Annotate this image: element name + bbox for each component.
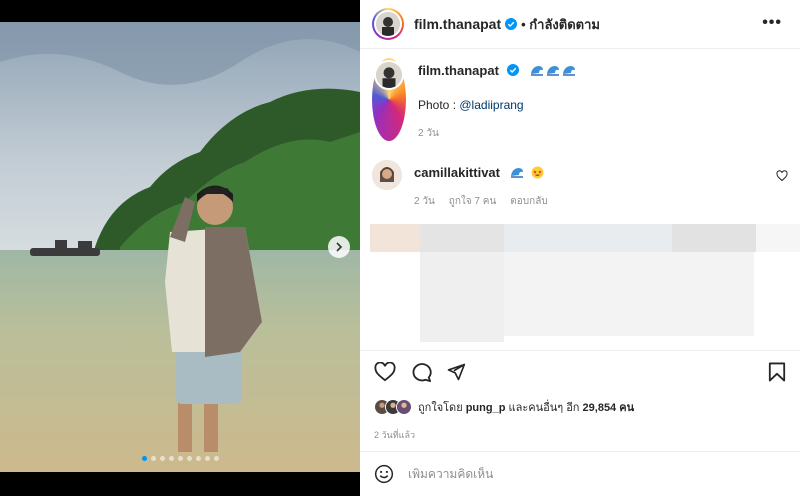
carousel-next-button[interactable] (328, 236, 350, 258)
author-username[interactable]: film.thanapat (414, 16, 501, 32)
post-header: film.thanapat • กำลังติดตาม ••• (360, 0, 800, 48)
star-struck-emoji-icon (531, 166, 544, 179)
carousel-dot (213, 456, 219, 461)
author-avatar[interactable] (372, 8, 404, 40)
comment-reply-button[interactable]: ตอบกลับ (510, 194, 547, 209)
likes-prefix: ถูกใจโดย (418, 402, 463, 414)
blurred-content (370, 224, 800, 342)
save-bookmark-icon[interactable] (768, 362, 786, 382)
comment-icon[interactable] (410, 362, 432, 382)
likes-text: ถูกใจโดย pung_p และคนอื่นๆ อีก 29,854 คน (418, 398, 634, 416)
post-caption: film.thanapat Photo : @ladiiprang 2 วัน (372, 58, 788, 141)
likes-first-user[interactable]: pung_p (466, 402, 506, 414)
avatar-image (376, 12, 400, 36)
carousel-dot (177, 456, 183, 461)
verified-badge-icon (507, 64, 520, 76)
actions-divider (360, 350, 800, 351)
carousel-dot (150, 456, 156, 461)
caption-username[interactable]: film.thanapat (418, 63, 499, 78)
comment-meta: 2 วัน ถูกใจ 7 คน ตอบกลับ (414, 194, 548, 209)
like-heart-icon[interactable] (374, 362, 396, 382)
comment: camillakittivat 2 วัน ถูกใจ 7 คน ตอบกลับ (372, 160, 788, 209)
carousel-indicator (0, 456, 360, 461)
carousel-dot (168, 456, 174, 461)
post-media (0, 0, 360, 496)
liker-avatars[interactable] (374, 399, 412, 415)
likes-count[interactable]: 29,854 (583, 402, 617, 414)
liker-avatar (396, 399, 412, 415)
comment-timestamp[interactable]: 2 วัน (414, 194, 435, 209)
photo-credit-prefix: Photo : (418, 98, 460, 112)
likes-summary: ถูกใจโดย pung_p และคนอื่นๆ อีก 29,854 คน (374, 398, 634, 416)
comment-like-heart-icon[interactable] (776, 170, 788, 182)
post-panel: film.thanapat • กำลังติดตาม ••• film.tha… (360, 0, 800, 496)
carousel-dot (159, 456, 165, 461)
wave-emoji-icon (530, 66, 543, 76)
avatar-image (372, 160, 402, 190)
following-status[interactable]: • กำลังติดตาม (521, 14, 600, 35)
photo-credit: Photo : @ladiiprang (418, 98, 576, 112)
comment-username[interactable]: camillakittivat (414, 165, 500, 180)
likes-middle: และคนอื่นๆ อีก (508, 402, 580, 414)
caption-timestamp[interactable]: 2 วัน (418, 126, 576, 141)
emoji-picker-icon[interactable] (374, 464, 394, 484)
caption-author-avatar[interactable] (372, 58, 406, 141)
wave-emoji-icon (546, 66, 559, 76)
carousel-dot (186, 456, 192, 461)
post-date[interactable]: 2 วันที่แล้ว (374, 428, 415, 442)
more-options-button[interactable]: ••• (762, 14, 782, 32)
comment-input[interactable] (408, 467, 768, 481)
likes-suffix[interactable]: คน (619, 402, 634, 414)
wave-emoji-icon (562, 66, 575, 76)
commenter-avatar[interactable] (372, 160, 402, 190)
carousel-dot (195, 456, 201, 461)
post-photo[interactable] (0, 22, 360, 472)
wave-emoji-icon (511, 168, 524, 178)
comment-composer (360, 452, 800, 496)
avatar-image (376, 62, 402, 88)
chevron-right-icon (336, 242, 343, 252)
carousel-dot (204, 456, 210, 461)
comment-likes-count[interactable]: ถูกใจ 7 คน (449, 194, 497, 209)
caption-emoji (528, 62, 576, 79)
photo-credit-link[interactable]: @ladiiprang (459, 98, 523, 112)
verified-badge-icon (505, 18, 518, 30)
post-actions (360, 352, 800, 392)
header-divider (360, 48, 800, 49)
share-send-icon[interactable] (446, 362, 466, 382)
carousel-dot (141, 456, 147, 461)
comment-emoji (508, 164, 544, 181)
